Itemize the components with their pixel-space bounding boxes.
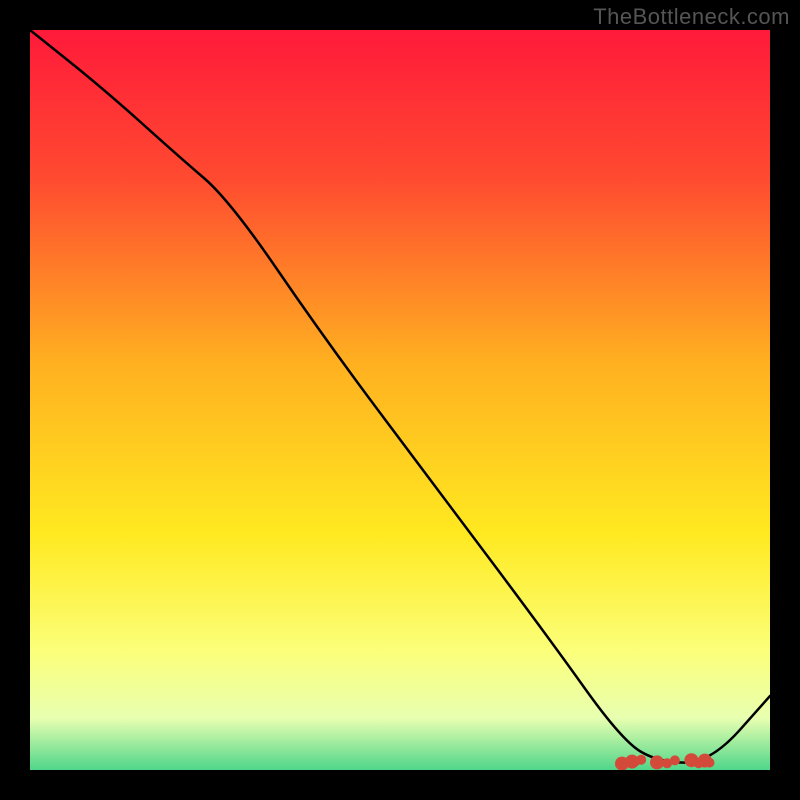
chart-svg <box>30 30 770 770</box>
plot-area <box>30 30 770 770</box>
chart-frame: TheBottleneck.com <box>0 0 800 800</box>
watermark-text: TheBottleneck.com <box>593 4 790 30</box>
gradient-background <box>30 30 770 770</box>
